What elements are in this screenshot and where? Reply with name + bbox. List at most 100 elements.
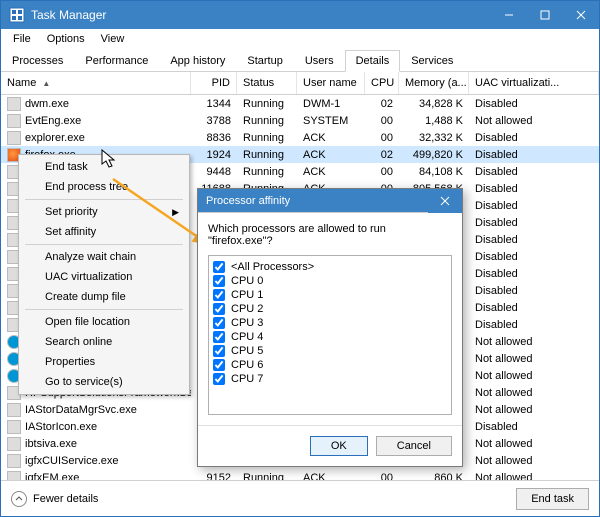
menu-item-create-dump-file[interactable]: Create dump file	[21, 287, 187, 307]
process-pid: 3788	[191, 115, 237, 127]
end-task-button[interactable]: End task	[516, 488, 589, 510]
menu-item-set-priority[interactable]: Set priority▶	[21, 202, 187, 222]
cpu-checkbox-cpu-3[interactable]: CPU 3	[213, 316, 447, 330]
process-status: Running	[237, 132, 297, 144]
cpu-checkbox-cpu-4[interactable]: CPU 4	[213, 330, 447, 344]
cpu-listbox[interactable]: <All Processors>CPU 0CPU 1CPU 2CPU 3CPU …	[208, 255, 452, 415]
process-pid: 1344	[191, 98, 237, 110]
process-pid: 8836	[191, 132, 237, 144]
process-uac: Disabled	[469, 319, 599, 331]
process-icon	[7, 471, 21, 481]
process-status: Running	[237, 98, 297, 110]
menu-separator	[25, 199, 183, 200]
fewer-details-toggle[interactable]: Fewer details	[11, 491, 98, 507]
dialog-title: Processor affinity	[198, 189, 428, 212]
process-uac: Disabled	[469, 285, 599, 297]
process-cpu: 00	[365, 132, 399, 144]
checkbox-input[interactable]	[213, 303, 225, 315]
processor-affinity-dialog: Processor affinity Which processors are …	[197, 188, 463, 467]
col-cpu[interactable]: CPU	[365, 72, 399, 94]
checkbox-input[interactable]	[213, 275, 225, 287]
col-mem[interactable]: Memory (a...	[399, 72, 469, 94]
menu-item-analyze-wait-chain[interactable]: Analyze wait chain	[21, 247, 187, 267]
cpu-checkbox-cpu-0[interactable]: CPU 0	[213, 274, 447, 288]
cpu-checkbox--all-processors-[interactable]: <All Processors>	[213, 260, 447, 274]
process-name: IAStorDataMgrSvc.exe	[25, 404, 137, 416]
process-uac: Disabled	[469, 217, 599, 229]
table-row[interactable]: explorer.exe8836RunningACK0032,332 KDisa…	[1, 129, 599, 146]
col-uac[interactable]: UAC virtualizati...	[469, 72, 599, 94]
tab-app-history[interactable]: App history	[159, 50, 236, 72]
process-mem: 860 K	[399, 472, 469, 481]
process-pid: 9448	[191, 166, 237, 178]
context-menu: End taskEnd process tree Set priority▶Set…	[18, 154, 190, 395]
cancel-button[interactable]: Cancel	[376, 436, 452, 456]
process-icon	[7, 437, 21, 451]
cpu-label: CPU 7	[231, 373, 263, 385]
cpu-checkbox-cpu-1[interactable]: CPU 1	[213, 288, 447, 302]
tab-services[interactable]: Services	[400, 50, 464, 72]
col-status[interactable]: Status	[237, 72, 297, 94]
menu-view[interactable]: View	[93, 31, 133, 47]
process-user: ACK	[297, 166, 365, 178]
tabs: ProcessesPerformanceApp historyStartupUs…	[1, 49, 599, 72]
process-icon	[7, 454, 21, 468]
menu-item-end-task[interactable]: End task	[21, 157, 187, 177]
menu-item-uac-virtualization[interactable]: UAC virtualization	[21, 267, 187, 287]
menu-item-end-process-tree[interactable]: End process tree	[21, 177, 187, 197]
tab-processes[interactable]: Processes	[1, 50, 74, 72]
cpu-checkbox-cpu-5[interactable]: CPU 5	[213, 344, 447, 358]
menu-separator	[25, 309, 183, 310]
process-cpu: 00	[365, 115, 399, 127]
tab-startup[interactable]: Startup	[236, 50, 293, 72]
menu-separator	[25, 244, 183, 245]
process-uac: Disabled	[469, 251, 599, 263]
process-uac: Not allowed	[469, 404, 599, 416]
close-button[interactable]	[563, 1, 599, 29]
cpu-checkbox-cpu-6[interactable]: CPU 6	[213, 358, 447, 372]
chevron-up-icon	[11, 491, 27, 507]
process-status: Running	[237, 472, 297, 481]
col-name[interactable]: Name▲	[1, 72, 191, 94]
checkbox-input[interactable]	[213, 373, 225, 385]
minimize-button[interactable]	[491, 1, 527, 29]
checkbox-input[interactable]	[213, 317, 225, 329]
checkbox-input[interactable]	[213, 289, 225, 301]
checkbox-input[interactable]	[213, 345, 225, 357]
table-row[interactable]: dwm.exe1344RunningDWM-10234,828 KDisable…	[1, 95, 599, 112]
menu-item-properties[interactable]: Properties	[21, 352, 187, 372]
cpu-checkbox-cpu-7[interactable]: CPU 7	[213, 372, 447, 386]
col-name-label: Name	[7, 77, 36, 89]
menu-item-search-online[interactable]: Search online	[21, 332, 187, 352]
col-pid[interactable]: PID	[191, 72, 237, 94]
checkbox-input[interactable]	[213, 261, 225, 273]
process-uac: Disabled	[469, 132, 599, 144]
process-uac: Disabled	[469, 302, 599, 314]
checkbox-input[interactable]	[213, 359, 225, 371]
tab-users[interactable]: Users	[294, 50, 345, 72]
tab-details[interactable]: Details	[345, 50, 401, 72]
dialog-footer: OK Cancel	[198, 425, 462, 466]
process-icon	[7, 403, 21, 417]
cpu-label: CPU 0	[231, 275, 263, 287]
dialog-close-button[interactable]	[428, 189, 462, 213]
maximize-button[interactable]	[527, 1, 563, 29]
process-uac: Disabled	[469, 149, 599, 161]
cpu-checkbox-cpu-2[interactable]: CPU 2	[213, 302, 447, 316]
table-row[interactable]: igfxEM.exe9152RunningACK00860 KNot allow…	[1, 469, 599, 480]
cpu-label: CPU 2	[231, 303, 263, 315]
tab-performance[interactable]: Performance	[74, 50, 159, 72]
process-icon	[7, 420, 21, 434]
menu-item-go-to-service-s-[interactable]: Go to service(s)	[21, 372, 187, 392]
process-mem: 34,828 K	[399, 98, 469, 110]
process-uac: Disabled	[469, 421, 599, 433]
menu-item-set-affinity[interactable]: Set affinity	[21, 222, 187, 242]
menu-file[interactable]: File	[5, 31, 39, 47]
ok-button[interactable]: OK	[310, 436, 368, 456]
table-row[interactable]: EvtEng.exe3788RunningSYSTEM001,488 KNot …	[1, 112, 599, 129]
col-user[interactable]: User name	[297, 72, 365, 94]
menu-options[interactable]: Options	[39, 31, 93, 47]
process-status: Running	[237, 149, 297, 161]
menu-item-open-file-location[interactable]: Open file location	[21, 312, 187, 332]
checkbox-input[interactable]	[213, 331, 225, 343]
